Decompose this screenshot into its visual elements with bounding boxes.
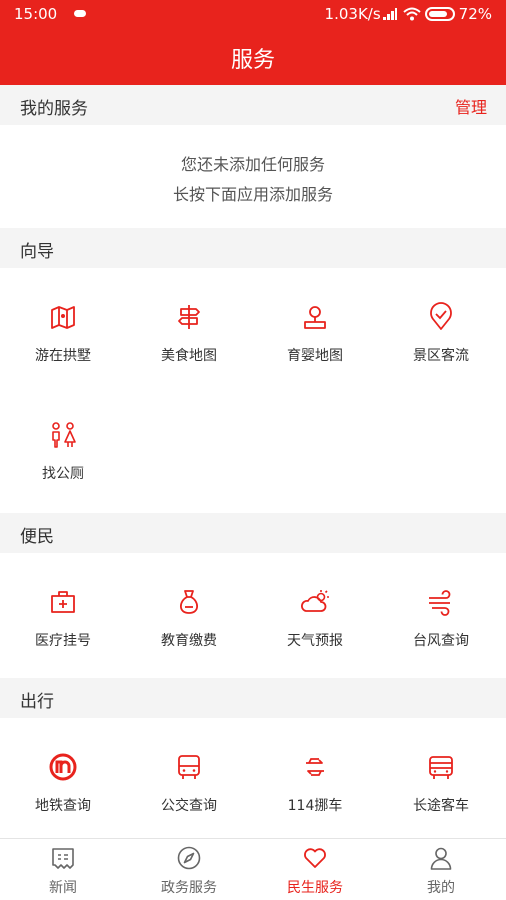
service-tile[interactable]: 114挪车 xyxy=(252,722,378,832)
tab-news[interactable]: 新闻 xyxy=(0,839,126,900)
bottom-tab-bar: 新闻 政务服务 民生服务 我的 xyxy=(0,838,506,900)
service-tile[interactable]: 公交查询 xyxy=(126,722,252,832)
section-label: 我的服务 xyxy=(20,99,88,119)
section-label: 出行 xyxy=(20,692,54,712)
tab-label: 政务服务 xyxy=(161,880,217,896)
tab-me[interactable]: 我的 xyxy=(378,839,504,900)
cloud-icon xyxy=(74,10,86,17)
empty-hint: 长按下面应用添加服务 xyxy=(172,185,333,204)
section-travel: 出行 xyxy=(0,678,506,718)
location-person-icon xyxy=(300,302,330,332)
status-time: 15:00 xyxy=(14,5,58,23)
section-guide: 向导 xyxy=(0,228,506,268)
tab-government-services[interactable]: 政务服务 xyxy=(126,839,252,900)
service-tile[interactable]: 长途客车 xyxy=(378,722,504,832)
bus-icon xyxy=(174,752,204,782)
heart-icon xyxy=(302,845,328,871)
service-tile[interactable]: 医疗挂号 xyxy=(0,557,126,667)
user-icon xyxy=(428,845,454,871)
service-label: 公交查询 xyxy=(161,798,217,814)
service-tile[interactable]: 美食地图 xyxy=(126,272,252,382)
section-label: 便民 xyxy=(20,527,54,547)
metro-icon xyxy=(48,752,78,782)
section-label: 向导 xyxy=(20,242,54,262)
news-icon xyxy=(50,845,76,871)
coach-icon xyxy=(426,752,456,782)
service-label: 114挪车 xyxy=(287,798,343,814)
tab-livelihood-services[interactable]: 民生服务 xyxy=(252,839,378,900)
tab-label: 我的 xyxy=(427,880,455,896)
tab-label: 新闻 xyxy=(49,880,77,896)
battery-icon xyxy=(424,7,455,21)
my-services-empty: 您还未添加任何服务 长按下面应用添加服务 xyxy=(0,125,506,228)
signpost-icon xyxy=(174,302,204,332)
restroom-icon xyxy=(48,420,78,450)
service-label: 长途客车 xyxy=(413,798,469,814)
signal-icon xyxy=(382,8,397,20)
empty-message: 您还未添加任何服务 xyxy=(180,155,325,174)
service-tile[interactable]: 育婴地图 xyxy=(252,272,378,382)
service-tile[interactable]: 天气预报 xyxy=(252,557,378,667)
service-tile[interactable]: 找公厕 xyxy=(0,390,126,500)
service-label: 天气预报 xyxy=(287,633,343,649)
service-label: 美食地图 xyxy=(161,348,217,364)
status-indicators: 1.03K/s 72% xyxy=(325,5,492,23)
page-title: 服务 xyxy=(230,48,275,73)
service-label: 游在拱墅 xyxy=(35,348,91,364)
weather-icon xyxy=(300,587,330,617)
app-header: 15:00 1.03K/s 72% 服务 xyxy=(0,0,506,85)
tab-label: 民生服务 xyxy=(287,880,343,896)
network-speed: 1.03K/s xyxy=(324,5,381,23)
service-label: 医疗挂号 xyxy=(35,633,91,649)
service-tile[interactable]: 景区客流 xyxy=(378,272,504,382)
service-label: 育婴地图 xyxy=(287,348,343,364)
status-bar: 15:00 1.03K/s 72% xyxy=(0,0,506,30)
manage-button[interactable]: 管理 xyxy=(455,94,487,118)
battery-level: 72% xyxy=(458,5,492,23)
map-icon xyxy=(48,302,78,332)
service-label: 地铁查询 xyxy=(35,798,91,814)
compass-icon xyxy=(176,845,202,871)
wind-icon xyxy=(426,587,456,617)
section-convenience: 便民 xyxy=(0,513,506,553)
car-swap-icon xyxy=(300,752,330,782)
service-label: 教育缴费 xyxy=(161,633,217,649)
location-check-icon xyxy=(426,302,456,332)
service-label: 台风查询 xyxy=(413,633,469,649)
section-my-services: 我的服务 管理 xyxy=(0,85,506,125)
service-label: 找公厕 xyxy=(42,466,84,482)
wifi-icon xyxy=(402,7,421,21)
service-tile[interactable]: 游在拱墅 xyxy=(0,272,126,382)
money-bag-icon xyxy=(174,587,204,617)
service-tile[interactable]: 地铁查询 xyxy=(0,722,126,832)
medical-kit-icon xyxy=(48,587,78,617)
service-tile[interactable]: 教育缴费 xyxy=(126,557,252,667)
service-tile[interactable]: 台风查询 xyxy=(378,557,504,667)
service-label: 景区客流 xyxy=(413,348,469,364)
